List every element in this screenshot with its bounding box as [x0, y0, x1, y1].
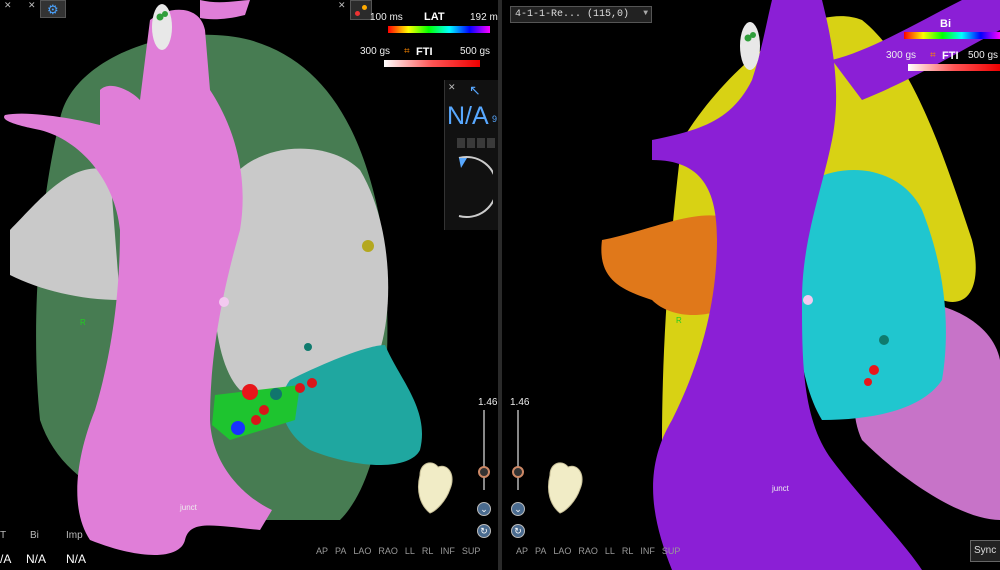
rotate-icon[interactable]: ↻ [477, 524, 491, 538]
view-pa[interactable]: PA [535, 546, 546, 556]
status-squares [457, 135, 497, 153]
view-sup[interactable]: SUP [462, 546, 481, 556]
view-lao[interactable]: LAO [353, 546, 371, 556]
arrow-icon: ↖ [469, 82, 481, 98]
chevron-down-icon: ▼ [643, 9, 648, 18]
map-select-dropdown[interactable]: 4-1-1-Re... (115,0) ▼ [510, 6, 652, 23]
fti-icon: ⌗ [930, 50, 936, 61]
fti-map-name: FTI [416, 46, 433, 58]
ablation-point [259, 405, 269, 415]
fti-map-name: FTI [942, 50, 959, 62]
fti-icon: ⌗ [404, 46, 410, 57]
fti-colorbar [908, 64, 1000, 71]
gray-appendage-left [10, 168, 120, 300]
value-bi: N/A [26, 552, 47, 566]
marker-point [803, 295, 813, 305]
fti-max-label: 500 gs [460, 46, 491, 57]
junction-label: junct [180, 503, 197, 512]
fti-min-label: 300 gs [886, 50, 917, 61]
lat-colorbar [388, 26, 490, 33]
close-icon[interactable]: ✕ [448, 82, 456, 93]
view-sup[interactable]: SUP [662, 546, 681, 556]
ablation-point [251, 415, 261, 425]
ablation-point [307, 378, 317, 388]
orientation-head-icon[interactable] [150, 2, 174, 52]
view-ll[interactable]: LL [405, 546, 415, 556]
marker-point [362, 240, 374, 252]
rotate-icon[interactable]: ↻ [511, 524, 525, 538]
bi-map-name: Bi [940, 18, 951, 30]
map-legend-icon[interactable] [350, 0, 372, 20]
right-viewport[interactable]: 4-1-1-Re... (115,0) ▼ Bi 300 gs ⌗ FTI 50… [502, 0, 1000, 570]
value-t: /A [0, 552, 12, 566]
view-inf[interactable]: INF [640, 546, 655, 556]
zoom-slider[interactable] [478, 410, 490, 490]
heart-orientation-icon[interactable] [412, 455, 456, 515]
view-rao[interactable]: RAO [578, 546, 598, 556]
marker-r-label: R [80, 318, 86, 327]
view-rl[interactable]: RL [422, 546, 434, 556]
zoom-slider-knob[interactable] [478, 466, 490, 478]
fti-max-label: 500 gs [968, 50, 999, 61]
view-pa[interactable]: PA [335, 546, 346, 556]
lat-map-name: LAT [424, 11, 445, 23]
marker-point [219, 297, 229, 307]
ablation-point [864, 378, 872, 386]
close-icon[interactable]: ✕ [28, 0, 36, 11]
ablation-point [270, 388, 282, 400]
marker-point [879, 335, 889, 345]
junction-label: junct [772, 484, 789, 493]
marker-point [304, 343, 312, 351]
catheter-info-panel: ✕ ↖ N/A 9 [444, 80, 498, 230]
view-rl[interactable]: RL [622, 546, 634, 556]
orientation-head-icon[interactable] [738, 20, 762, 72]
zoom-slider-knob[interactable] [512, 466, 524, 478]
chevron-down-icon[interactable]: ⌄ [477, 502, 491, 516]
chevron-down-icon[interactable]: ⌄ [511, 502, 525, 516]
header-bi: Bi [30, 530, 39, 541]
view-buttons: AP PA LAO RAO LL RL INF SUP [516, 546, 687, 556]
lat-min-label: 100 ms [370, 12, 403, 23]
view-lao[interactable]: LAO [553, 546, 571, 556]
view-inf[interactable]: INF [440, 546, 455, 556]
value-imp: N/A [66, 552, 87, 566]
sync-button[interactable]: Sync [970, 540, 1000, 562]
heart-orientation-icon[interactable] [542, 455, 586, 515]
na-subscript: 9 [492, 114, 498, 124]
zoom-slider[interactable] [512, 410, 524, 490]
view-ap[interactable]: AP [316, 546, 328, 556]
bi-colorbar [904, 32, 1000, 39]
gear-icon: ⚙ [47, 2, 59, 17]
fti-min-label: 300 gs [360, 46, 391, 57]
na-value: N/A [447, 102, 489, 130]
fti-colorbar [384, 60, 480, 67]
view-ll[interactable]: LL [605, 546, 615, 556]
zoom-value: 1.46 [510, 397, 530, 408]
zoom-value: 1.46 [478, 397, 498, 408]
sync-label: Sync [974, 545, 997, 556]
ablation-point [295, 383, 305, 393]
view-buttons: AP PA LAO RAO LL RL INF SUP [316, 546, 487, 556]
close-icon[interactable]: ✕ [338, 0, 346, 11]
force-gauge-icon [458, 156, 493, 218]
lat-max-label: 192 ms [470, 12, 498, 23]
marker-r-label: R [676, 316, 682, 325]
view-rao[interactable]: RAO [378, 546, 398, 556]
settings-button[interactable]: ⚙ [40, 0, 66, 18]
header-t: T [0, 530, 7, 541]
ablation-point [242, 384, 258, 400]
left-viewport[interactable]: ✕ ✕ ⚙ ✕ 100 ms LAT 192 ms 300 gs ⌗ FTI 5… [0, 0, 498, 570]
ablation-point [231, 421, 245, 435]
map-select-value: 4-1-1-Re... (115,0) [515, 9, 630, 20]
ablation-point [869, 365, 879, 375]
close-icon[interactable]: ✕ [4, 0, 12, 11]
header-imp: Imp [66, 530, 83, 541]
view-ap[interactable]: AP [516, 546, 528, 556]
